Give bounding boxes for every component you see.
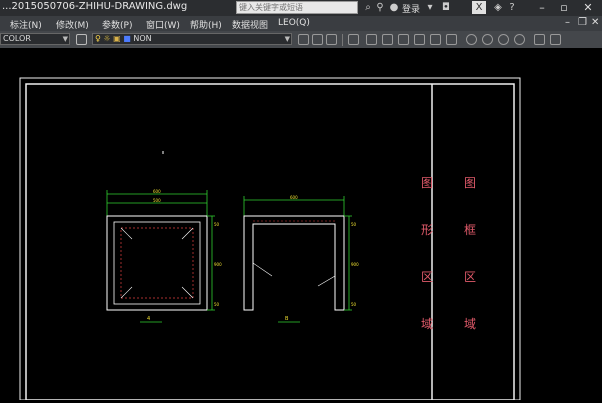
plan-dim-side-3: 50 (214, 302, 220, 307)
minimize-icon[interactable]: – (534, 1, 550, 15)
section-dim-width: 600 (290, 195, 298, 200)
cart-icon[interactable]: ◘ (440, 2, 452, 14)
section-dim-side-3: 50 (351, 302, 357, 307)
view-cube-5-icon[interactable] (430, 34, 441, 45)
layer-manager-icon[interactable] (76, 34, 87, 45)
plan-dim-side-2: 900 (214, 262, 222, 267)
search-icon[interactable]: ⌕ (362, 2, 374, 14)
view-cube-6-icon[interactable] (446, 34, 457, 45)
make-current-icon[interactable] (298, 34, 309, 45)
section-outline (243, 215, 345, 311)
plan-bottom-label: 4 (147, 316, 150, 322)
named-views-icon[interactable] (550, 34, 561, 45)
layer-color-swatch-icon: ■ (123, 34, 131, 43)
plan-diagonal-bl (120, 286, 133, 299)
view-cube-2-icon[interactable] (382, 34, 393, 45)
view-top-icon[interactable] (348, 34, 359, 45)
view-cube-3-icon[interactable] (398, 34, 409, 45)
plan-view: 600 500 50 900 50 4 (106, 189, 222, 323)
plan-diagonal-tl (120, 227, 133, 240)
section-view: 600 50 900 50 B (243, 195, 359, 323)
title-col1-char-4: 域 (421, 317, 433, 331)
menu-bar: 标注(N) 修改(M) 参数(P) 窗口(W) 帮助(H) 数据视图 LEO(Q… (0, 16, 602, 31)
sun-icon: ☼ (103, 34, 111, 43)
color-combo-value: COLOR (3, 34, 31, 43)
drawing-svg: 600 500 50 900 50 4 600 50 900 50 B 图 形 … (19, 77, 521, 401)
title-col2-char-2: 框 (464, 223, 476, 237)
title-col1-char-3: 区 (421, 270, 433, 284)
lock-icon: ▣ (113, 34, 121, 43)
apps-icon[interactable]: ◈ (492, 2, 504, 14)
help-icon[interactable]: ? (506, 2, 518, 14)
dropdown-arrow-icon[interactable]: ▾ (424, 2, 436, 14)
doc-restore-icon[interactable]: ❐ (578, 17, 587, 28)
menu-modify[interactable]: 修改(M) (56, 18, 89, 31)
search-input[interactable] (237, 2, 353, 13)
binoculars-icon[interactable]: ⚲ (374, 2, 386, 14)
window-title: ...2015050706-ZHIHU-DRAWING.dwg (2, 1, 188, 12)
iso-view-1-icon[interactable] (466, 34, 477, 45)
cad-application: ...2015050706-ZHIHU-DRAWING.dwg ⌕ ⚲ ● 登录… (0, 0, 602, 401)
plan-outline (106, 215, 208, 311)
title-col2-char-4: 域 (464, 317, 476, 331)
iso-view-3-icon[interactable] (498, 34, 509, 45)
menu-help[interactable]: 帮助(H) (190, 18, 222, 31)
chevron-down-icon: ▼ (62, 35, 68, 43)
view-cube-1-icon[interactable] (366, 34, 377, 45)
color-combo[interactable]: COLOR ▼ (0, 33, 70, 45)
section-dim-side-1: 50 (351, 222, 357, 227)
menu-data-view[interactable]: 数据视图 (232, 18, 268, 31)
iso-view-4-icon[interactable] (514, 34, 525, 45)
doc-close-icon[interactable]: ✕ (591, 17, 599, 28)
layer-combo-value: NON (133, 34, 152, 43)
plan-diagonal-br (181, 286, 194, 299)
plan-dim-width: 600 (153, 189, 161, 194)
title-col2-char-3: 区 (464, 270, 476, 284)
layer-previous-icon[interactable] (312, 34, 323, 45)
iso-view-2-icon[interactable] (482, 34, 493, 45)
maximize-icon[interactable]: ▫ (556, 1, 572, 15)
search-box[interactable] (236, 1, 358, 14)
close-icon[interactable]: ✕ (580, 1, 596, 15)
sheet-frame-inner (25, 83, 515, 401)
user-icon[interactable]: ● (388, 2, 400, 14)
title-col1-char-1: 图 (421, 176, 433, 190)
login-link[interactable]: 登录 (402, 2, 420, 15)
camera-icon[interactable] (534, 34, 545, 45)
plan-diagonal-tr (181, 227, 194, 240)
toolbar-separator (342, 34, 343, 46)
layer-combo[interactable]: ♀ ☼ ▣ ■ NON ▼ (92, 33, 292, 45)
title-bar: ...2015050706-ZHIHU-DRAWING.dwg ⌕ ⚲ ● 登录… (0, 0, 602, 16)
doc-minimize-icon[interactable]: – (565, 17, 570, 28)
menu-parameter[interactable]: 参数(P) (102, 18, 132, 31)
layer-states-icon[interactable] (326, 34, 337, 45)
plan-dim-side-1: 50 (214, 222, 220, 227)
title-block-text: 图 形 区 域 图 框 区 域 (421, 176, 476, 331)
title-col1-char-2: 形 (421, 223, 433, 237)
sheet-frame-outer (19, 77, 521, 401)
section-leader-1 (252, 262, 273, 277)
section-dim-side-2: 900 (351, 262, 359, 267)
exchange-x-button[interactable]: X (472, 1, 486, 14)
chevron-down-icon: ▼ (284, 35, 290, 43)
title-col2-char-1: 图 (464, 176, 476, 190)
menu-dimension[interactable]: 标注(N) (10, 18, 42, 31)
menu-window[interactable]: 窗口(W) (146, 18, 180, 31)
view-cube-4-icon[interactable] (414, 34, 425, 45)
properties-toolbar: COLOR ▼ ♀ ☼ ▣ ■ NON ▼ (0, 31, 602, 49)
menu-leo[interactable]: LEO(Q) (278, 18, 310, 28)
section-leader-2 (317, 275, 336, 287)
drawing-canvas[interactable]: 600 500 50 900 50 4 600 50 900 50 B 图 形 … (0, 48, 602, 401)
section-bottom-label: B (285, 316, 289, 322)
bulb-icon: ♀ (95, 34, 101, 43)
plan-dim-inner: 500 (153, 198, 161, 203)
